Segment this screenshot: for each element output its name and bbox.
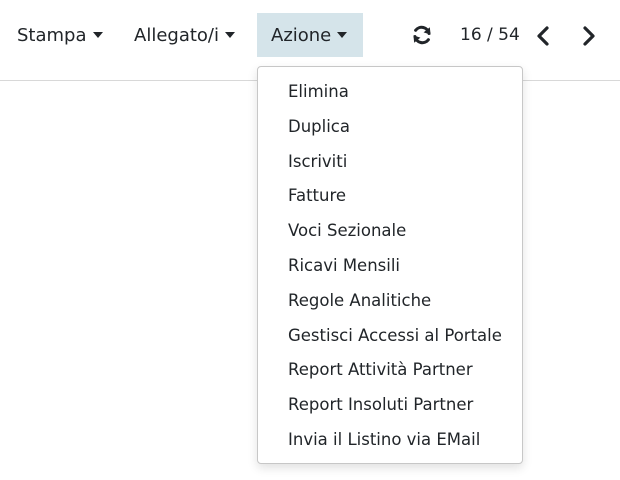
refresh-button[interactable] (410, 23, 434, 47)
menu-item-iscriviti[interactable]: Iscriviti (258, 145, 522, 180)
menu-item-fatture[interactable]: Fatture (258, 179, 522, 214)
form-view: Stampa Allegato/i Azione 16 / 54 Elimina… (0, 0, 620, 480)
print-dropdown-button[interactable]: Stampa (17, 13, 103, 57)
previous-record-button[interactable] (533, 24, 555, 48)
action-dropdown-menu: Elimina Duplica Iscriviti Fatture Voci S… (257, 66, 523, 464)
action-dropdown-button[interactable]: Azione (257, 13, 363, 57)
caret-down-icon (337, 32, 348, 38)
menu-item-voci-sezionale[interactable]: Voci Sezionale (258, 214, 522, 249)
chevron-left-icon (537, 26, 549, 46)
menu-item-report-attivita-partner[interactable]: Report Attività Partner (258, 353, 522, 388)
attachments-label: Allegato/i (134, 24, 219, 46)
menu-item-ricavi-mensili[interactable]: Ricavi Mensili (258, 249, 522, 284)
next-record-button[interactable] (577, 24, 599, 48)
pager-value[interactable]: 16 / 54 (460, 25, 520, 45)
menu-item-regole-analitiche[interactable]: Regole Analitiche (258, 284, 522, 319)
caret-down-icon (224, 32, 235, 38)
menu-item-invia-listino-email[interactable]: Invia il Listino via EMail (258, 423, 522, 458)
refresh-icon (413, 25, 431, 45)
menu-item-gestisci-accessi-portale[interactable]: Gestisci Accessi al Portale (258, 319, 522, 354)
caret-down-icon (92, 32, 103, 38)
chevron-right-icon (583, 26, 595, 46)
menu-item-report-insoluti-partner[interactable]: Report Insoluti Partner (258, 388, 522, 423)
menu-item-elimina[interactable]: Elimina (258, 75, 522, 110)
attachments-dropdown-button[interactable]: Allegato/i (134, 13, 235, 57)
menu-item-duplica[interactable]: Duplica (258, 110, 522, 145)
print-label: Stampa (17, 24, 87, 46)
action-label: Azione (271, 24, 332, 46)
